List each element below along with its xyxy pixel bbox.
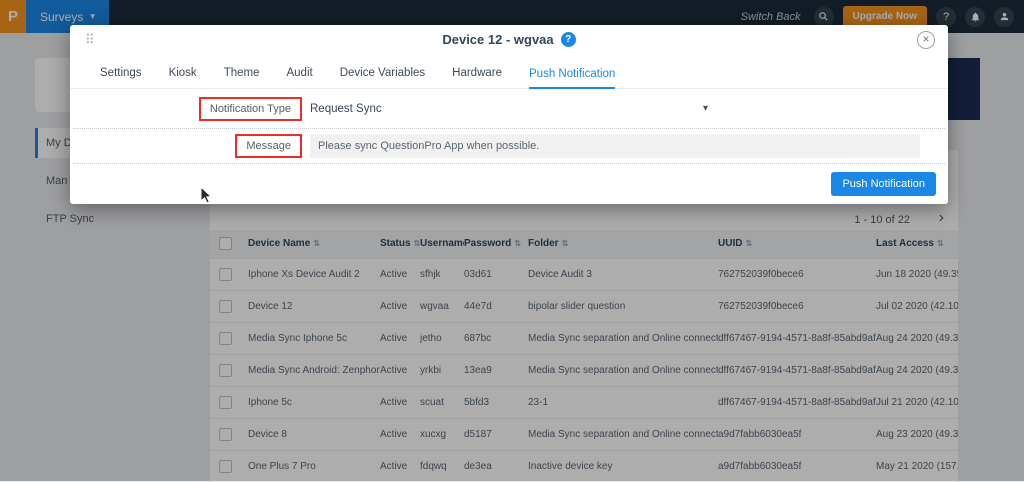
- notification-type-label: Notification Type: [199, 97, 302, 121]
- modal-tabs: Settings Kiosk Theme Audit Device Variab…: [70, 54, 948, 89]
- close-icon[interactable]: ×: [917, 31, 935, 49]
- tab-kiosk[interactable]: Kiosk: [169, 67, 197, 88]
- tab-push-notification[interactable]: Push Notification: [529, 68, 615, 89]
- tab-device-variables[interactable]: Device Variables: [340, 67, 425, 88]
- modal-title-wrap: Device 12 - wgvaa ?: [70, 25, 948, 54]
- help-icon[interactable]: ?: [561, 32, 576, 47]
- tab-settings[interactable]: Settings: [100, 67, 142, 88]
- selected-option: Request Sync: [310, 103, 382, 115]
- message-input[interactable]: Please sync QuestionPro App when possibl…: [310, 134, 920, 158]
- tab-audit[interactable]: Audit: [286, 67, 312, 88]
- chevron-down-icon: ▾: [703, 103, 708, 114]
- label-column: Message: [70, 134, 302, 158]
- notification-type-row: Notification Type Request Sync ▾: [70, 89, 948, 128]
- label-column: Notification Type: [70, 97, 302, 121]
- push-notification-button[interactable]: Push Notification: [831, 172, 936, 196]
- tab-theme[interactable]: Theme: [224, 67, 260, 88]
- modal-footer: Push Notification: [70, 164, 948, 204]
- device-push-notification-modal: ⠿ Device 12 - wgvaa ? × Settings Kiosk T…: [70, 25, 948, 204]
- tab-hardware[interactable]: Hardware: [452, 67, 502, 88]
- drag-handle-icon[interactable]: ⠿: [85, 32, 95, 48]
- notification-type-select[interactable]: Request Sync ▾: [310, 103, 708, 115]
- modal-title: Device 12 - wgvaa: [442, 32, 553, 47]
- modal-header: ⠿ Device 12 - wgvaa ? ×: [70, 25, 948, 54]
- message-row: Message Please sync QuestionPro App when…: [70, 129, 948, 163]
- message-value: Please sync QuestionPro App when possibl…: [318, 140, 539, 152]
- message-label: Message: [235, 134, 302, 158]
